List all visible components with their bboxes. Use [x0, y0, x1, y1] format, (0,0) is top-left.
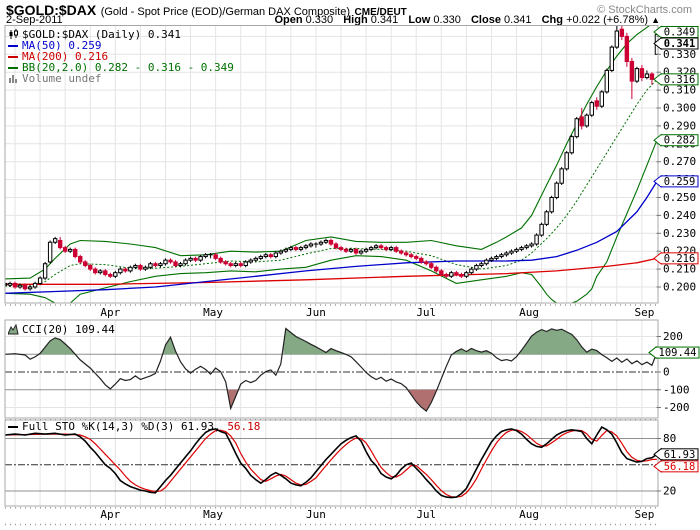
price-callout: 109.44 [648, 346, 700, 360]
sto-panel [5, 426, 658, 499]
area-chart-icon [8, 324, 19, 335]
price-axis-label: 0.290 [663, 119, 696, 132]
cci-axis-label: 0 [663, 366, 670, 379]
cci-axis-label: -100 [663, 383, 690, 396]
month-axis-label: Jul [416, 508, 436, 521]
sto-legend-label-red: 56.18 [227, 420, 261, 433]
svg-text:56.18: 56.18 [664, 461, 696, 473]
sto-legend-label-black: Full STO %K(14,3) %D(3) 61.93, [22, 420, 221, 433]
ma200-line [5, 257, 658, 285]
volume-bars-icon [9, 74, 17, 83]
price-callout: 61.93 [653, 447, 699, 461]
cci-axis-label: 200 [663, 330, 683, 343]
month-axis-label: Jul [416, 306, 436, 319]
svg-text:109.44: 109.44 [659, 347, 697, 359]
month-axis-label: Aug [519, 508, 539, 521]
month-axis-label: Apr [100, 508, 120, 521]
chart-canvas: 0.2000.2100.2200.2300.2400.2500.2600.270… [4, 25, 700, 526]
month-axis-label: Jun [306, 306, 326, 319]
sto-d-line [5, 429, 657, 498]
cci-legend-label: CCI(20) 109.44 [22, 323, 115, 336]
svg-text:0.341: 0.341 [664, 38, 696, 50]
svg-text:0.349: 0.349 [664, 27, 696, 39]
price-callout: 0.341 [653, 36, 699, 51]
price-axis-label: 0.270 [663, 155, 696, 168]
price-axis-label: 0.240 [663, 209, 696, 222]
price-callout: 0.282 [653, 133, 699, 147]
sto-legend-row: Full STO %K(14,3) %D(3) 61.93, 56.18 [8, 421, 260, 432]
sto-axis-label: 20 [663, 485, 676, 498]
cci-legend: CCI(20) 109.44 [8, 324, 115, 335]
month-axis-label: Apr [100, 306, 120, 319]
main-chart-legend: $GOLD:$DAX (Daily) 0.341 MA(50) 0.259 MA… [8, 29, 234, 84]
month-axis-label: Jun [306, 508, 326, 521]
month-axis-label: Aug [519, 306, 539, 319]
svg-text:0.216: 0.216 [664, 253, 696, 265]
svg-text:0.259: 0.259 [664, 176, 696, 188]
price-callout: 56.18 [653, 459, 699, 473]
bb-mid-line [5, 79, 658, 287]
price-axis-label: 0.200 [663, 281, 696, 294]
month-axis-label: Sep [634, 306, 654, 319]
price-callout: 0.259 [653, 174, 699, 188]
bb-lower-line [5, 139, 658, 303]
ma50-swatch-icon [8, 44, 18, 47]
price-callout: 0.349 [653, 25, 699, 39]
price-axis-label: 0.300 [663, 102, 696, 115]
stockcharts-chart: $GOLD:$DAX (Gold - Spot Price (EOD)/Germ… [0, 0, 700, 530]
month-axis-label: May [203, 306, 223, 319]
cci-panel [5, 327, 658, 412]
price-callout: 0.316 [653, 72, 699, 86]
bb-swatch-icon [8, 66, 18, 69]
ma200-swatch-icon [8, 55, 18, 58]
cci-axis-label: -200 [663, 401, 690, 414]
price-axis-label: 0.230 [663, 227, 696, 240]
month-axis-label: May [203, 508, 223, 521]
legend-volume-label: Volume undef [22, 72, 102, 85]
month-axis-label: Sep [634, 508, 654, 521]
price-callout: 0.216 [653, 251, 699, 265]
svg-text:61.93: 61.93 [664, 449, 696, 461]
up-arrow-icon: ▲ [651, 15, 660, 25]
svg-text:0.316: 0.316 [664, 74, 696, 86]
sto-axis-label: 80 [663, 432, 676, 445]
svg-text:0.282: 0.282 [664, 135, 696, 147]
sto-swatch-icon [8, 425, 18, 428]
cci-legend-row: CCI(20) 109.44 [8, 324, 115, 335]
sto-legend: Full STO %K(14,3) %D(3) 61.93, 56.18 [8, 421, 260, 432]
candlestick-icon [9, 29, 18, 39]
legend-volume-row: Volume undef [8, 73, 234, 84]
price-axis-label: 0.250 [663, 191, 696, 204]
